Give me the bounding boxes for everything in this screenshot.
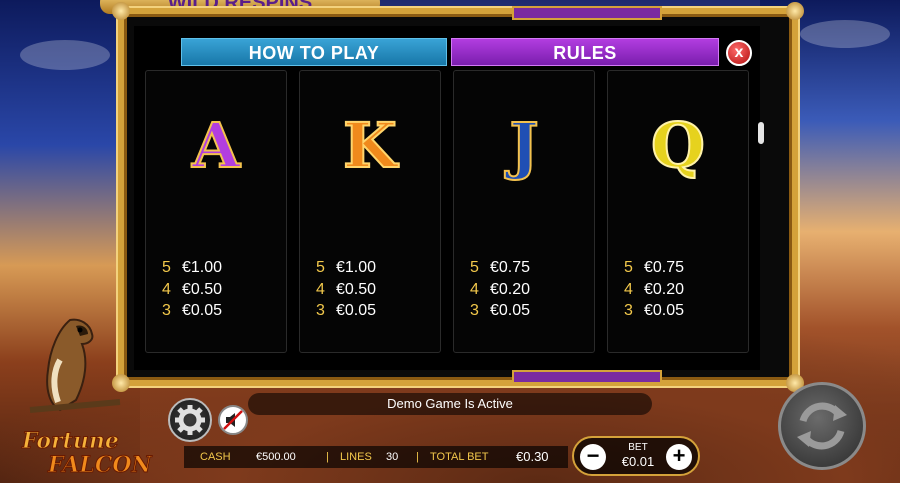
- symbol-j-icon: J: [508, 108, 539, 183]
- pay-count: 3: [316, 302, 325, 319]
- pay-count: 5: [316, 259, 325, 276]
- bet-control: − BET €0.01 +: [572, 436, 700, 476]
- game-logo: Fortune FALCON: [18, 428, 168, 479]
- pay-value: €0.50: [336, 280, 377, 298]
- paytable-card-k: K 5 €1.00 4 €0.50 3 €0.05: [299, 70, 441, 353]
- pay-count: 4: [470, 280, 479, 298]
- settings-button[interactable]: [168, 398, 212, 442]
- symbol-a-icon: A: [191, 108, 241, 183]
- close-button[interactable]: x: [726, 40, 752, 66]
- total-bet-label: TOTAL BET: [430, 451, 489, 463]
- pay-value: €0.05: [336, 302, 377, 319]
- paytable-card-j: J 5 €0.75 4 €0.20 3 €0.05: [453, 70, 595, 353]
- pay-count: 5: [470, 259, 479, 276]
- lines-value: 30: [386, 451, 399, 463]
- cloud: [20, 40, 110, 70]
- total-bet-value: €0.30: [516, 449, 549, 464]
- speaker-muted-icon: [223, 410, 243, 430]
- pay-row: 4 €0.50: [162, 279, 222, 301]
- pay-row: 4 €0.20: [470, 279, 530, 301]
- pay-row: 5 €1.00: [316, 257, 376, 279]
- pay-count: 3: [624, 302, 633, 319]
- pay-row: 5 €0.75: [470, 257, 530, 279]
- logo-line-1: Fortune: [22, 428, 120, 455]
- spin-button[interactable]: [778, 382, 866, 470]
- pay-value: €0.05: [644, 302, 685, 319]
- pay-list: 5 €0.75 4 €0.20 3 €0.05: [624, 257, 684, 322]
- pay-row: 5 €0.75: [624, 257, 684, 279]
- spin-arrows-icon: [797, 402, 847, 450]
- pay-list: 5 €1.00 4 €0.50 3 €0.05: [316, 257, 376, 322]
- pay-row: 5 €1.00: [162, 257, 222, 279]
- demo-status: Demo Game Is Active: [248, 393, 652, 415]
- pay-row: 3 €0.05: [162, 300, 222, 322]
- pay-value: €0.20: [490, 280, 531, 298]
- cash-value: €500.00: [256, 451, 296, 463]
- bet-increase-button[interactable]: +: [666, 444, 692, 470]
- pay-row: 3 €0.05: [316, 300, 376, 322]
- pay-count: 4: [624, 280, 633, 298]
- tab-rules[interactable]: RULES: [451, 38, 719, 66]
- symbol-q-icon: Q: [650, 108, 706, 183]
- scrollbar-thumb[interactable]: [758, 122, 764, 144]
- bet-value: €0.01: [621, 454, 655, 469]
- paytable-card-q: Q 5 €0.75 4 €0.20 3 €0.05: [607, 70, 749, 353]
- pay-row: 3 €0.05: [624, 300, 684, 322]
- pay-row: 4 €0.50: [316, 279, 376, 301]
- pay-value: €1.00: [182, 259, 223, 276]
- lines-label: LINES: [340, 451, 372, 463]
- pay-row: 4 €0.20: [624, 279, 684, 301]
- bet-decrease-button[interactable]: −: [580, 444, 606, 470]
- pay-list: 5 €1.00 4 €0.50 3 €0.05: [162, 257, 222, 322]
- pay-count: 5: [162, 259, 171, 276]
- frame-corner: [786, 2, 804, 20]
- pay-value: €0.20: [644, 280, 685, 298]
- pay-list: 5 €0.75 4 €0.20 3 €0.05: [470, 257, 530, 322]
- close-icon: x: [734, 44, 744, 61]
- cash-label: CASH: [200, 451, 231, 463]
- sound-button[interactable]: [218, 405, 248, 435]
- logo-line-2: FALCON: [48, 452, 153, 479]
- frame-bottom-tab: [512, 370, 662, 384]
- cloud: [800, 20, 890, 48]
- pay-count: 4: [316, 280, 325, 298]
- tab-how-to-play[interactable]: HOW TO PLAY: [181, 38, 447, 66]
- info-bar: CASH €500.00 | LINES 30 | TOTAL BET €0.3…: [184, 446, 568, 468]
- pay-value: €0.75: [490, 259, 531, 276]
- gear-icon: [175, 405, 205, 435]
- bet-label: BET: [628, 442, 648, 453]
- separator: |: [416, 451, 419, 463]
- frame-corner: [112, 2, 130, 20]
- pay-value: €0.50: [182, 280, 223, 298]
- paytable-card-a: A 5 €1.00 4 €0.50 3 €0.05: [145, 70, 287, 353]
- pay-value: €0.05: [490, 302, 531, 319]
- frame-top-tab: [512, 6, 662, 20]
- pay-value: €1.00: [336, 259, 377, 276]
- pay-row: 3 €0.05: [470, 300, 530, 322]
- pay-count: 4: [162, 280, 171, 298]
- pay-count: 3: [470, 302, 479, 319]
- pay-value: €0.05: [182, 302, 223, 319]
- falcon-icon: [29, 318, 121, 413]
- pay-count: 3: [162, 302, 171, 319]
- symbol-k-icon: K: [342, 108, 398, 183]
- pay-count: 5: [624, 259, 633, 276]
- pay-value: €0.75: [644, 259, 685, 276]
- separator: |: [326, 451, 329, 463]
